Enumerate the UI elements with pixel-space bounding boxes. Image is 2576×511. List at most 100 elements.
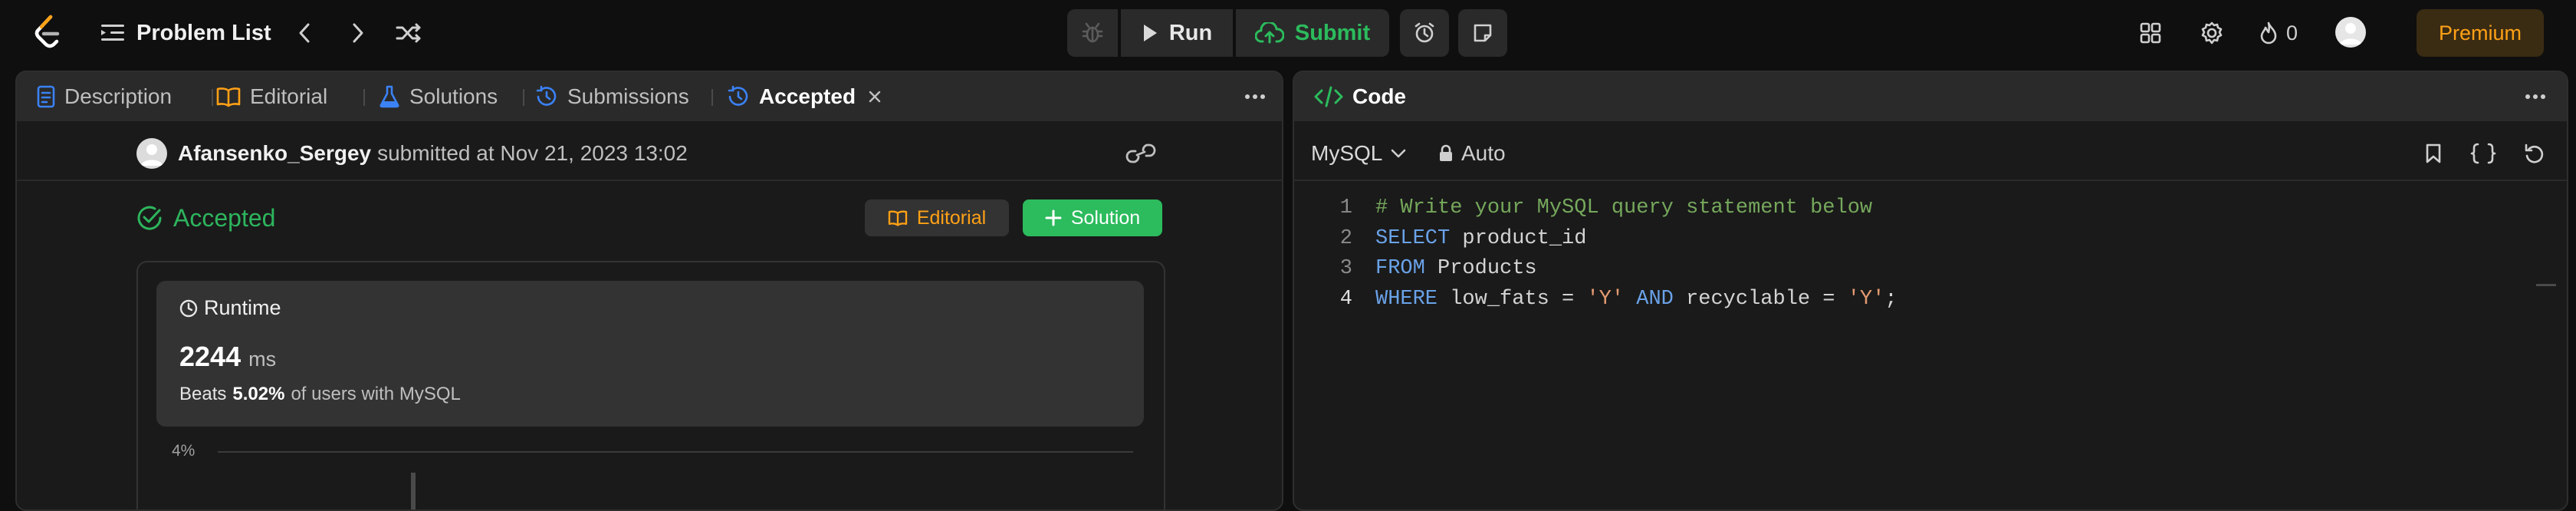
problem-list-button[interactable]: Problem List (101, 17, 271, 49)
left-panel-tabs: Description Editorial Solutions Submissi… (17, 72, 1282, 121)
code-comment: # Write your MySQL query statement below (1375, 196, 1873, 219)
code-line: SELECT product_id (1375, 227, 1586, 250)
code-panel-header: Code (1294, 72, 2567, 121)
distribution-bar[interactable] (411, 473, 416, 509)
streak-count: 0 (2286, 21, 2298, 45)
tab-editorial[interactable]: Editorial (216, 72, 327, 121)
close-icon[interactable] (868, 90, 882, 104)
flask-icon (379, 85, 400, 108)
code-string: 'Y' (1847, 288, 1885, 311)
note-icon (1472, 22, 1493, 44)
submitter-username[interactable]: Afansenko_Sergey (178, 141, 371, 166)
alarm-clock-icon (1413, 21, 1436, 45)
code-panel-more-button[interactable] (2522, 84, 2548, 109)
tab-submissions-label: Submissions (567, 84, 689, 108)
chevron-right-icon (350, 22, 366, 44)
editorial-button-label: Editorial (916, 206, 987, 229)
runtime-card[interactable]: Runtime 2244 ms Beats 5.02% of users wit… (156, 281, 1144, 427)
run-button[interactable]: Run (1121, 9, 1233, 57)
code-icon (1313, 85, 1345, 108)
tab-accepted[interactable]: Accepted (727, 72, 882, 121)
timer-button[interactable] (1400, 9, 1449, 57)
reset-code-button[interactable] (2521, 138, 2548, 169)
runtime-value: 2244 (179, 341, 242, 372)
notes-button[interactable] (1458, 9, 1507, 57)
prev-problem-button[interactable] (296, 18, 324, 48)
code-line: # Write your MySQL query statement below (1375, 196, 1872, 219)
leetcode-logo[interactable] (32, 14, 66, 51)
format-code-button[interactable] (2467, 138, 2499, 169)
status-label: Accepted (173, 203, 276, 232)
next-problem-button[interactable] (350, 18, 377, 48)
avatar-icon (2335, 17, 2366, 48)
list-icon (101, 22, 124, 44)
runtime-value-row: 2244 ms (179, 341, 276, 373)
runtime-unit: ms (248, 348, 277, 371)
premium-label: Premium (2438, 21, 2522, 45)
book-icon (216, 86, 241, 107)
editorial-button[interactable]: Editorial (865, 199, 1009, 236)
auto-mode-label: Auto (1461, 141, 1506, 165)
streak-counter[interactable]: 0 (2259, 18, 2298, 48)
submit-label: Submit (1294, 20, 1371, 45)
code-tab-label: Code (1352, 84, 1406, 108)
shuffle-icon (396, 22, 422, 44)
tab-description[interactable]: Description (37, 72, 172, 121)
language-label: MySQL (1311, 141, 1383, 165)
code-keyword: WHERE (1375, 288, 1438, 311)
auto-mode-indicator[interactable]: Auto (1438, 137, 1506, 170)
share-link-button[interactable] (1124, 138, 1158, 169)
tab-description-label: Description (64, 84, 172, 108)
premium-button[interactable]: Premium (2417, 9, 2544, 57)
code-line: WHERE low_fats = 'Y' AND recyclable = 'Y… (1375, 288, 1898, 311)
distribution-gridline (218, 451, 1133, 453)
submission-detail-panel: Description Editorial Solutions Submissi… (15, 71, 1283, 511)
solution-button[interactable]: Solution (1023, 199, 1162, 236)
language-selector[interactable]: MySQL (1311, 137, 1407, 170)
code-text: product_id (1450, 227, 1587, 250)
play-icon (1142, 23, 1158, 43)
chevron-left-icon (296, 22, 313, 44)
plus-icon (1045, 209, 1062, 226)
random-problem-button[interactable] (396, 18, 426, 48)
braces-icon (2469, 142, 2497, 165)
layout-button[interactable] (2137, 20, 2164, 46)
tab-solutions[interactable]: Solutions (379, 72, 498, 121)
code-keyword: SELECT (1375, 227, 1451, 250)
tab-editorial-label: Editorial (250, 84, 328, 108)
code-keyword: FROM (1375, 257, 1425, 280)
beats-prefix: Beats (179, 384, 227, 404)
submitted-time: submitted at Nov 21, 2023 13:02 (377, 141, 688, 165)
layout-grid-icon (2139, 21, 2162, 45)
panel-more-button[interactable] (1242, 84, 1268, 109)
settings-button[interactable] (2199, 20, 2225, 46)
beats-row: Beats 5.02% of users with MySQL (179, 384, 461, 405)
link-icon (1125, 142, 1156, 165)
submission-status: Accepted (136, 201, 275, 235)
debug-button[interactable] (1067, 9, 1118, 57)
line-number: 3 (1339, 257, 1352, 280)
history-icon (535, 85, 558, 108)
code-text: Products (1424, 257, 1537, 280)
submit-button[interactable]: Submit (1236, 9, 1389, 57)
submitter-avatar[interactable] (136, 138, 167, 169)
history-icon (727, 85, 750, 108)
tab-submissions[interactable]: Submissions (535, 72, 689, 121)
code-string: 'Y' (1586, 288, 1625, 311)
top-navigation-bar: Problem List Run Submit 0 Premium (0, 0, 2576, 66)
distribution-axis-label: 4% (172, 442, 196, 460)
tab-separator (523, 89, 524, 106)
bookmark-icon (2425, 143, 2442, 164)
gear-icon (2200, 21, 2224, 45)
avatar-icon (141, 144, 163, 166)
scrollbar-marker[interactable] (2536, 284, 2556, 286)
bookmark-button[interactable] (2420, 138, 2447, 169)
user-avatar[interactable] (2335, 17, 2366, 48)
code-text: low_fats = (1438, 288, 1587, 311)
leetcode-logo-icon (34, 15, 60, 48)
tab-code[interactable]: Code (1313, 72, 1406, 121)
tab-separator (212, 89, 213, 106)
undo-icon (2523, 142, 2546, 165)
code-line: FROM Products (1375, 257, 1537, 280)
lock-icon (1438, 144, 1454, 163)
